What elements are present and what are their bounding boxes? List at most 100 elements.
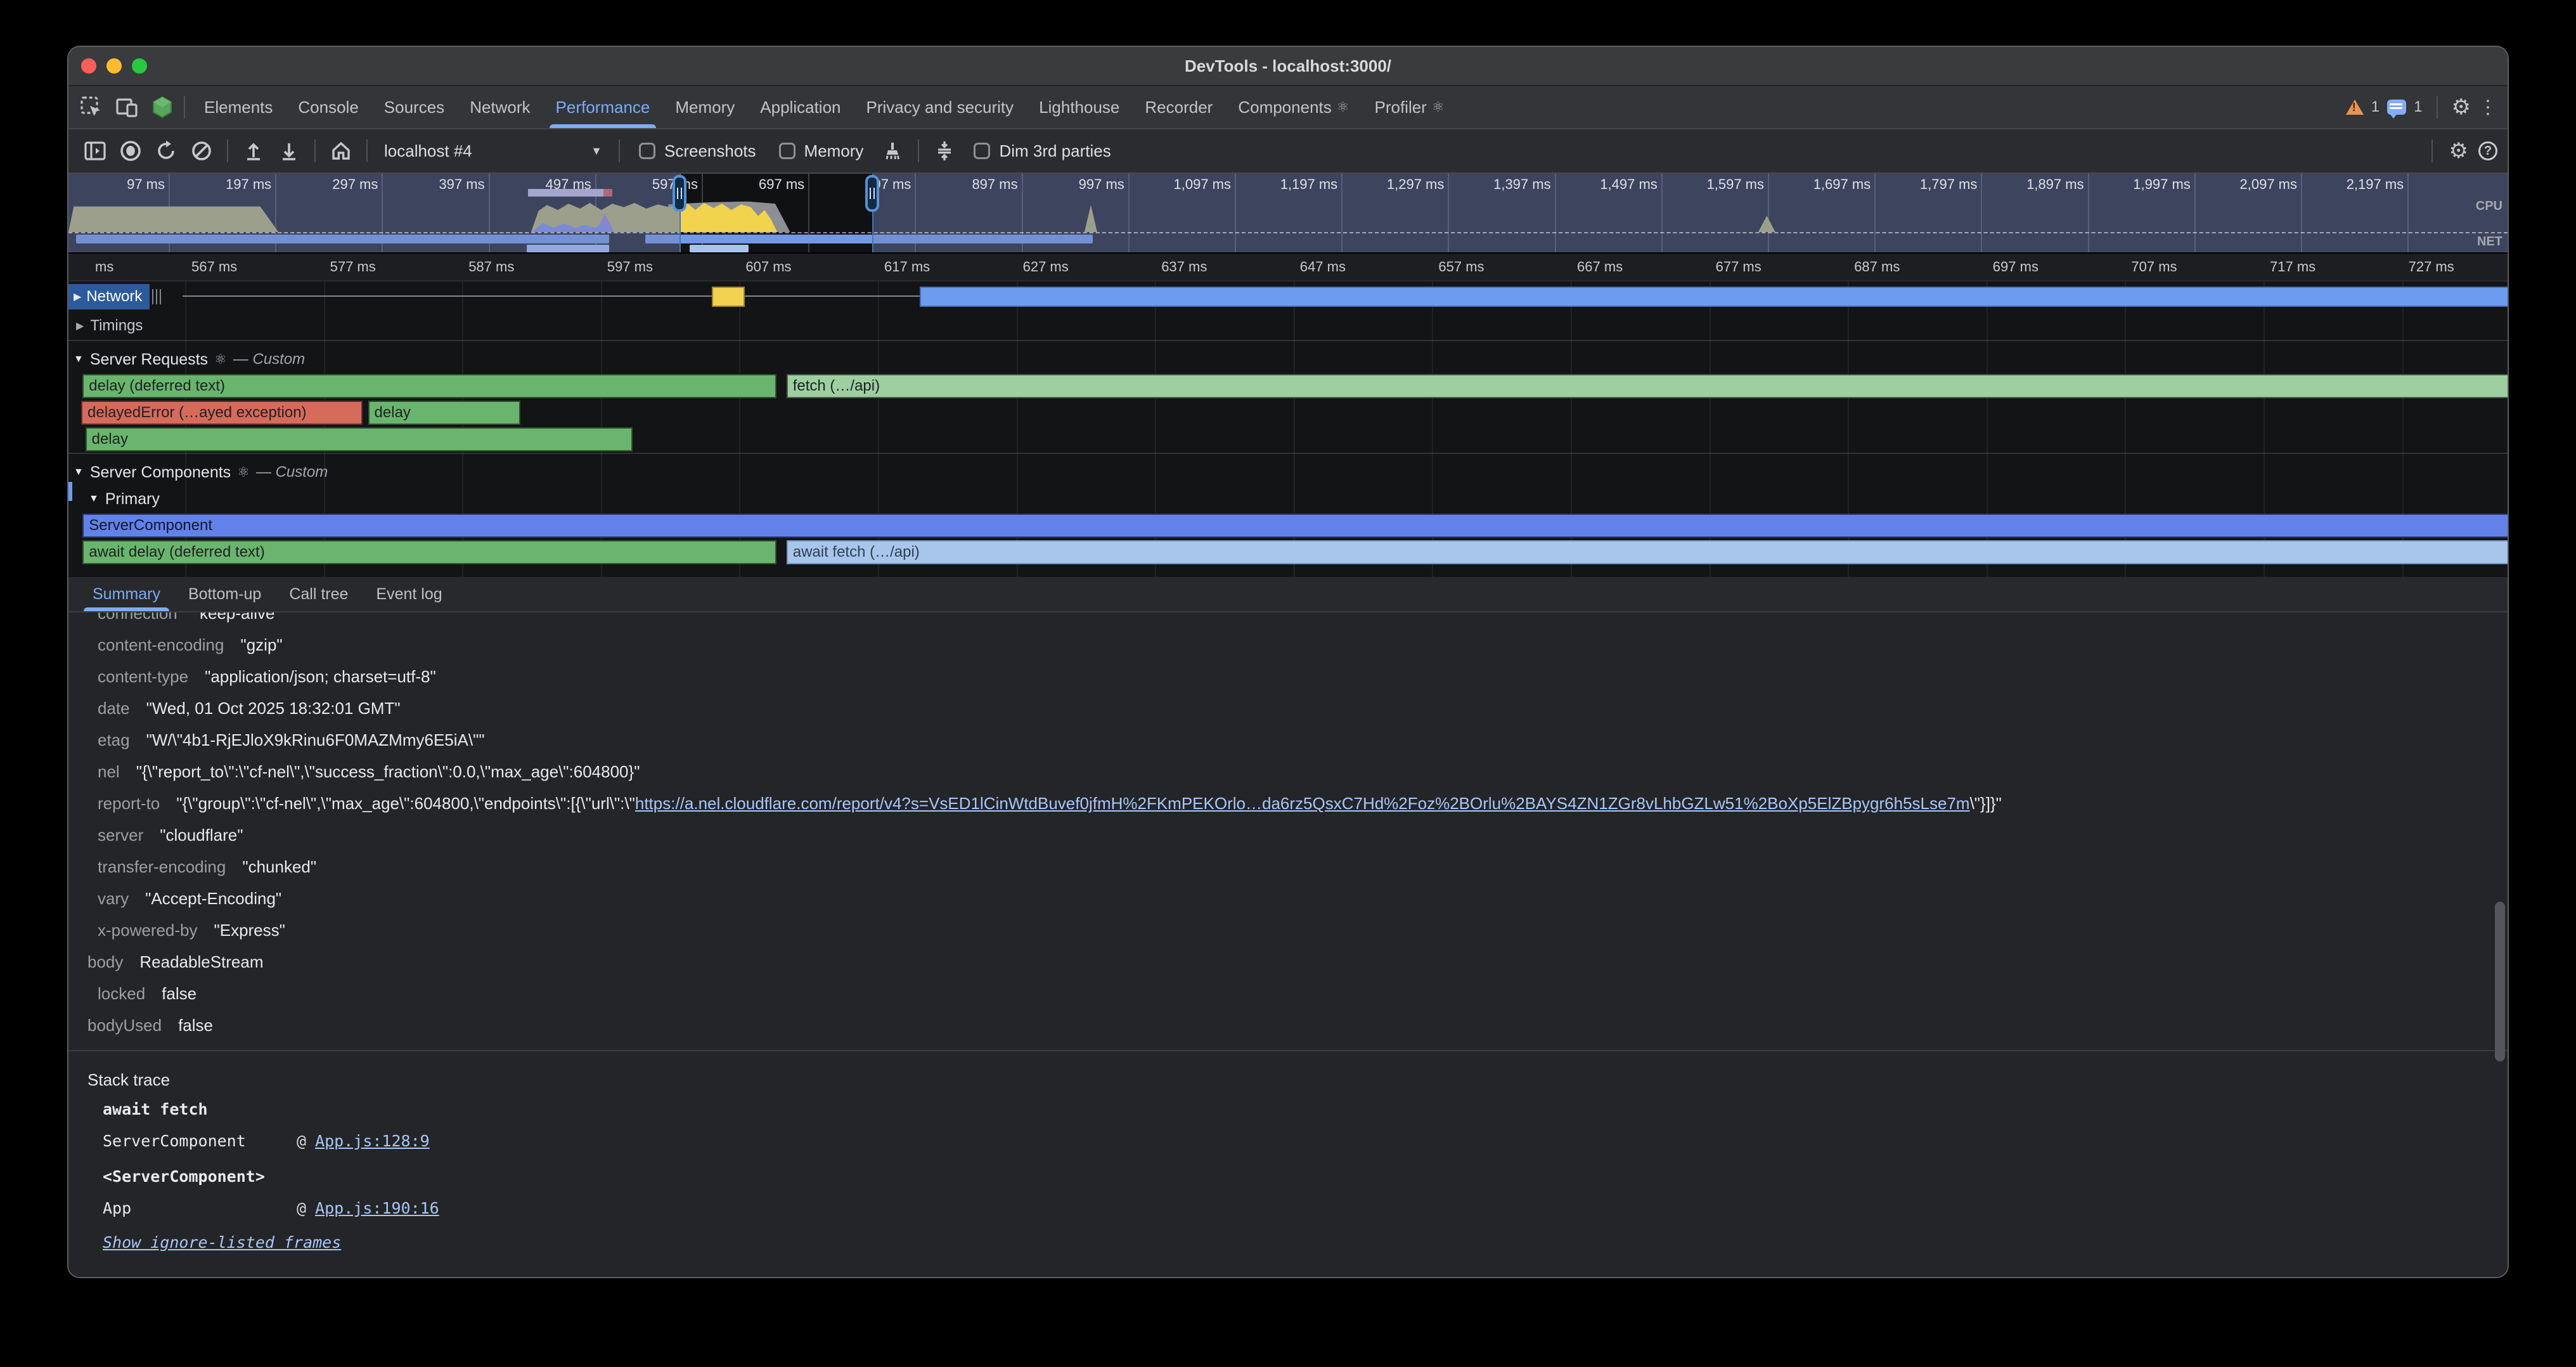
stack-frame--servercomponent-: <ServerComponent>	[68, 1161, 2508, 1193]
toolbar-right: ⚙ ?	[2425, 139, 2497, 162]
dim-3rd-parties-checkbox[interactable]	[974, 143, 990, 159]
summary-tab-bottom-up[interactable]: Bottom-up	[174, 577, 275, 611]
track-timings[interactable]: ▶ Timings	[68, 312, 2508, 340]
report-to-url-link[interactable]: https://a.nel.cloudflare.com/report/v4?s…	[635, 794, 1970, 813]
tab-recorder[interactable]: Recorder	[1132, 86, 1225, 128]
servercomponent-event-bar[interactable]: ServerComponent	[82, 514, 2508, 538]
custom-suffix: — Custom	[256, 463, 328, 481]
reload-and-record-button[interactable]	[150, 134, 183, 167]
frame-at-symbol: @	[297, 1193, 306, 1224]
property-row-server: server"cloudflare"	[68, 819, 2508, 851]
track-server-requests-header[interactable]: ▼ Server Requests ⚛ — Custom	[68, 346, 2508, 373]
summary-tab-event-log[interactable]: Event log	[362, 577, 456, 611]
help-icon[interactable]: ?	[2478, 141, 2497, 160]
primary-accent-bar	[68, 482, 72, 501]
ruler-tick-label: 587 ms	[468, 259, 514, 275]
network-track-header[interactable]: ▶ Network	[68, 284, 150, 309]
property-key: content-type	[98, 661, 188, 692]
await-delay-deferred-text--event-bar[interactable]: await delay (deferred text)	[82, 540, 776, 564]
screenshots-checkbox[interactable]	[639, 143, 655, 159]
overview-net-bar	[690, 245, 749, 252]
track-grip-icon[interactable]	[152, 289, 164, 304]
overview-selection-right-handle[interactable]	[865, 175, 879, 212]
tab-sources[interactable]: Sources	[371, 86, 457, 128]
capture-settings-gear-icon[interactable]: ⚙	[2449, 140, 2468, 162]
property-value: "chunked"	[242, 851, 316, 883]
tab-label: Memory	[675, 98, 735, 117]
record-button[interactable]	[114, 134, 147, 167]
screenshots-checkbox-label[interactable]: Screenshots	[629, 141, 766, 161]
node-extension-icon[interactable]	[147, 92, 177, 122]
property-row-bodyused: bodyUsedfalse	[68, 1009, 2508, 1041]
frame-text: <ServerComponent>	[103, 1161, 265, 1193]
await-fetch-api--event-bar[interactable]: await fetch (…/api)	[787, 540, 2508, 564]
property-key: report-to	[98, 787, 160, 819]
stack-frame-await-fetch: await fetch	[68, 1094, 2508, 1125]
panel-tabs: ElementsConsoleSourcesNetworkPerformance…	[191, 86, 1457, 128]
device-toolbar-icon[interactable]	[112, 92, 142, 122]
collapse-sections-icon[interactable]	[928, 134, 961, 167]
tab-console[interactable]: Console	[285, 86, 371, 128]
tab-performance[interactable]: Performance	[543, 86, 663, 128]
timeline-overview[interactable]: 97 ms197 ms297 ms397 ms497 ms597 ms697 m…	[68, 174, 2508, 254]
track-network[interactable]: ▶ Network	[68, 282, 2508, 312]
tab-application[interactable]: Application	[747, 86, 853, 128]
summary-tab-bar: SummaryBottom-upCall treeEvent log	[68, 577, 2508, 612]
more-options-kebab-icon[interactable]: ⋮	[2478, 96, 2497, 119]
warnings-count[interactable]: 1	[2371, 98, 2380, 116]
server-requests-row: delayedError (…ayed exception)delay	[68, 399, 2508, 426]
property-row-x-powered-by: x-powered-by"Express"	[68, 914, 2508, 946]
track-primary-subgroup[interactable]: ▼ Primary	[68, 486, 2508, 512]
tab-lighthouse[interactable]: Lighthouse	[1026, 86, 1132, 128]
response-properties: connection"keep-alive"content-encoding"g…	[68, 612, 2508, 1041]
delay-event-bar[interactable]: delay	[86, 427, 633, 451]
delay-event-bar[interactable]: delay	[368, 401, 520, 425]
summary-tab-summary[interactable]: Summary	[79, 577, 174, 611]
delayederror-ayed-exception--event-bar[interactable]: delayedError (…ayed exception)	[81, 401, 363, 425]
overview-tick-label: 1,397 ms	[1462, 176, 1551, 193]
minimize-window-button[interactable]	[106, 58, 122, 74]
overview-tick-label: 1,497 ms	[1569, 176, 1658, 193]
save-profile-icon[interactable]	[273, 134, 306, 167]
issues-count[interactable]: 1	[2414, 98, 2422, 116]
tab-components[interactable]: Components⚛	[1225, 86, 1362, 128]
home-icon[interactable]	[325, 134, 357, 167]
tab-label: Profiler	[1374, 98, 1426, 117]
settings-gear-icon[interactable]: ⚙	[2452, 96, 2471, 118]
dim-3rd-parties-label: Dim 3rd parties	[999, 141, 1111, 161]
property-key: connection	[98, 612, 177, 629]
warnings-icon[interactable]	[2346, 100, 2364, 115]
vertical-scrollbar-thumb[interactable]	[2495, 902, 2505, 1061]
tab-memory[interactable]: Memory	[662, 86, 747, 128]
show-ignore-listed-frames-link[interactable]: Show ignore-listed frames	[103, 1227, 341, 1259]
track-server-components-header[interactable]: ▼ Server Components ⚛ — Custom	[68, 459, 2508, 486]
tab-network[interactable]: Network	[457, 86, 543, 128]
zoom-window-button[interactable]	[132, 58, 147, 74]
toggle-sidebar-icon[interactable]	[79, 134, 112, 167]
overview-selection-left-handle[interactable]	[673, 175, 686, 212]
delay-deferred-text--event-bar[interactable]: delay (deferred text)	[82, 374, 776, 398]
frame-source-link[interactable]: App.js:128:9	[315, 1125, 430, 1157]
history-select[interactable]: localhost #4 ▼	[377, 134, 610, 167]
load-profile-icon[interactable]	[237, 134, 270, 167]
dim-3rd-parties-checkbox-label[interactable]: Dim 3rd parties	[963, 141, 1121, 161]
frame-source-link[interactable]: App.js:190:16	[315, 1193, 439, 1224]
traffic-lights	[81, 58, 147, 74]
fetch-api--event-bar[interactable]: fetch (…/api)	[787, 374, 2508, 398]
memory-checkbox[interactable]	[779, 143, 795, 159]
tab-privacy-and-security[interactable]: Privacy and security	[854, 86, 1027, 128]
property-row-date: date"Wed, 01 Oct 2025 18:32:01 GMT"	[68, 692, 2508, 724]
overview-tick-label: 497 ms	[503, 176, 591, 193]
tab-profiler[interactable]: Profiler⚛	[1362, 86, 1457, 128]
yellow-event-bar[interactable]	[712, 287, 745, 307]
close-window-button[interactable]	[81, 58, 96, 74]
expanded-triangle-icon: ▼	[74, 467, 84, 478]
inspect-element-icon[interactable]	[76, 92, 106, 122]
issues-message-icon[interactable]	[2387, 100, 2406, 115]
garbage-collect-brush-icon[interactable]	[876, 134, 909, 167]
summary-tab-call-tree[interactable]: Call tree	[275, 577, 362, 611]
memory-checkbox-label[interactable]: Memory	[769, 141, 874, 161]
tab-elements[interactable]: Elements	[191, 86, 285, 128]
netblue-event-bar[interactable]	[920, 287, 2508, 307]
clear-recording-icon[interactable]	[185, 134, 218, 167]
